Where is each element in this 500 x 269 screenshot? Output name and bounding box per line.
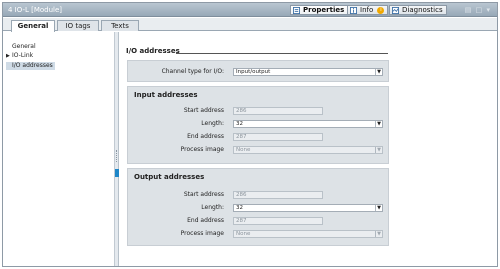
nav-item-io-link[interactable]: ▶ IO-Link: [6, 52, 35, 60]
channel-type-panel: Channel type for I/O: Input/output ▼: [127, 60, 389, 82]
nav-item-io-addresses[interactable]: I/O addresses: [6, 62, 55, 70]
splitter-marker: [115, 169, 119, 177]
output-length-value: 32: [236, 205, 243, 211]
properties-label: Properties: [303, 6, 345, 14]
input-length-label: Length:: [201, 120, 224, 127]
section-divider: [176, 53, 388, 54]
nav-item-label: IO-Link: [12, 52, 34, 59]
grip-icon: [116, 150, 118, 162]
nav-item-label: I/O addresses: [12, 62, 53, 69]
output-end-value: 287: [236, 218, 247, 224]
diagnostics-label: Diagnostics: [402, 6, 443, 14]
input-length-select[interactable]: 32 ▼: [233, 120, 383, 128]
output-process-image-select: None ▼: [233, 230, 383, 238]
inspector-window: 4 IO-L [Module] Properties Info i Diagno…: [2, 2, 498, 267]
output-process-label: Process image: [180, 230, 224, 237]
output-start-label: Start address: [183, 191, 224, 198]
chevron-down-icon[interactable]: ▼: [375, 205, 382, 211]
output-addresses-title: Output addresses: [134, 173, 205, 181]
input-addresses-title: Input addresses: [134, 91, 198, 99]
tab-io-tags[interactable]: IO tags: [57, 20, 99, 31]
properties-content: I/O addresses Channel type for I/O: Inpu…: [120, 32, 497, 266]
input-process-value: None: [236, 147, 251, 153]
info-badge-icon: i: [377, 6, 385, 14]
input-end-label: End address: [187, 133, 224, 140]
chevron-down-icon: ▼: [375, 147, 382, 153]
input-start-label: Start address: [183, 107, 224, 114]
tab-general[interactable]: General: [11, 20, 55, 32]
chevron-down-icon[interactable]: ▼: [375, 69, 382, 75]
input-addresses-panel: Input addresses Start address 286 Length…: [127, 86, 389, 164]
output-start-value: 286: [236, 192, 247, 198]
diagnostics-button[interactable]: Diagnostics: [389, 5, 447, 15]
chevron-down-icon[interactable]: ▼: [375, 121, 382, 127]
output-length-select[interactable]: 32 ▼: [233, 204, 383, 212]
splitter-handle[interactable]: [115, 32, 119, 266]
info-label: Info: [360, 6, 374, 14]
input-end-value: 287: [236, 134, 247, 140]
output-process-value: None: [236, 231, 251, 237]
channel-type-value: Input/output: [236, 69, 271, 75]
properties-button[interactable]: Properties: [290, 5, 349, 15]
nav-item-label: General: [12, 43, 36, 50]
properties-icon: [293, 7, 300, 14]
input-length-value: 32: [236, 121, 243, 127]
expand-arrow-icon[interactable]: ▶: [6, 52, 10, 60]
nav-item-general[interactable]: General: [6, 43, 38, 51]
title-bar: 4 IO-L [Module] Properties Info i Diagno…: [3, 3, 497, 17]
output-length-label: Length:: [201, 204, 224, 211]
output-start-address-field: 286: [233, 191, 323, 199]
info-icon: [350, 7, 357, 14]
input-end-address-field: 287: [233, 133, 323, 141]
navigation-tree: General ▶ IO-Link I/O addresses: [3, 32, 115, 266]
diagnostics-icon: [392, 7, 399, 14]
window-title: 4 IO-L [Module]: [8, 6, 63, 14]
input-process-image-select: None ▼: [233, 146, 383, 154]
output-addresses-panel: Output addresses Start address 286 Lengt…: [127, 168, 389, 246]
tab-texts[interactable]: Texts: [101, 20, 139, 31]
output-end-label: End address: [187, 217, 224, 224]
window-controls-icon[interactable]: ▤ □ ▾: [465, 6, 491, 14]
tab-strip: General IO tags Texts: [3, 18, 497, 32]
input-start-value: 286: [236, 108, 247, 114]
channel-type-label: Channel type for I/O:: [161, 68, 224, 75]
input-start-address-field: 286: [233, 107, 323, 115]
section-title: I/O addresses: [126, 47, 180, 55]
input-process-label: Process image: [180, 146, 224, 153]
info-button[interactable]: Info i: [347, 5, 389, 15]
output-end-address-field: 287: [233, 217, 323, 225]
channel-type-select[interactable]: Input/output ▼: [233, 68, 383, 76]
chevron-down-icon: ▼: [375, 231, 382, 237]
